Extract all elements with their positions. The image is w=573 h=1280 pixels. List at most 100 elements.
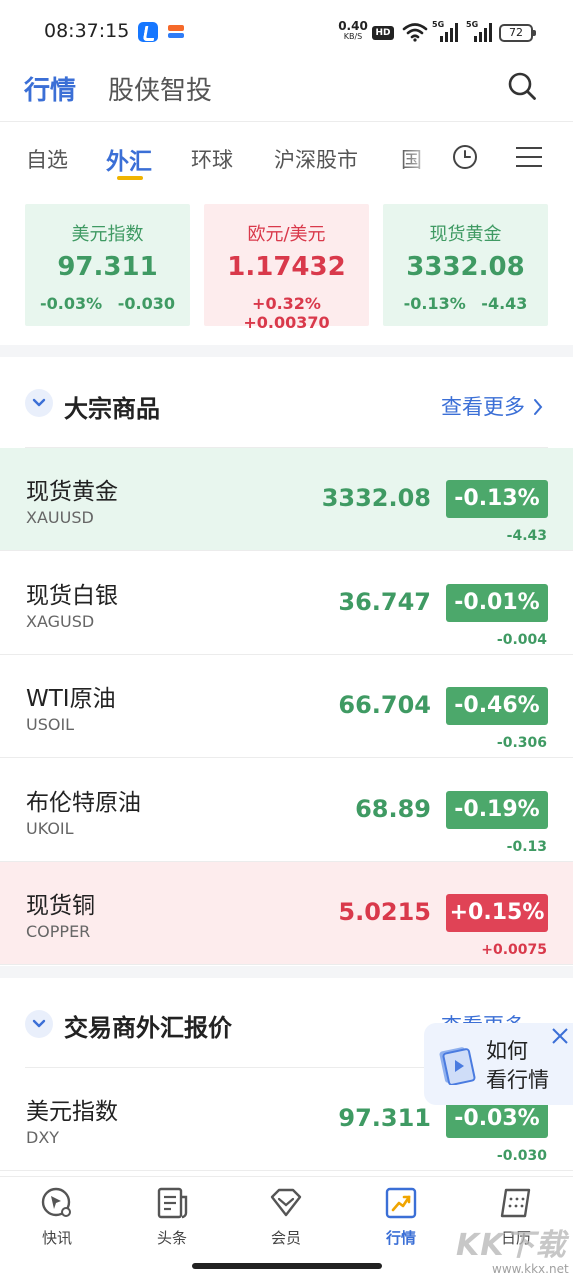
close-icon[interactable] xyxy=(548,1024,572,1048)
quote-row[interactable]: 布伦特原油 UKOIL 68.89 -0.19% -0.13 xyxy=(0,759,573,862)
instrument-price: 3332.08 xyxy=(321,484,431,512)
nav-label: 会员 xyxy=(270,1229,301,1247)
popup-line-1: 如何 xyxy=(486,1039,528,1063)
signal-sim2-icon: 5G xyxy=(466,20,494,44)
quote-row[interactable]: WTI原油 USOIL 66.704 -0.46% -0.306 xyxy=(0,655,573,758)
change-amount: -0.13 xyxy=(506,838,547,855)
change-percent-badge: -0.13% xyxy=(446,480,548,518)
section-title: 大宗商品 xyxy=(64,395,160,423)
instrument-price: 36.747 xyxy=(338,587,431,616)
change-percent-badge: +0.15% xyxy=(446,894,548,932)
battery-icon: 72 xyxy=(499,24,536,42)
card-name: 欧元/美元 xyxy=(247,224,326,245)
nav-label: 头条 xyxy=(156,1229,187,1247)
view-more-label: 查看更多 xyxy=(441,395,525,419)
change-percent-badge: -0.19% xyxy=(446,790,548,829)
tab-market[interactable]: 行情 xyxy=(24,70,76,107)
watermark-text: KK下载 xyxy=(456,1228,567,1263)
instrument-price: 68.89 xyxy=(355,794,431,823)
instrument-code: DXY xyxy=(26,1128,60,1147)
nav-membership[interactable]: 会员 xyxy=(246,1185,326,1248)
instrument-code: UKOIL xyxy=(26,818,74,838)
collapse-toggle[interactable] xyxy=(25,389,53,417)
card-price: 97.311 xyxy=(57,252,158,282)
instrument-code: USOIL xyxy=(26,715,75,734)
instrument-price: 97.311 xyxy=(338,1104,431,1132)
wallet-notification-icon xyxy=(166,22,186,42)
tab-smart-invest[interactable]: 股侠智投 xyxy=(108,70,212,107)
trend-chart-icon xyxy=(385,1187,417,1219)
nav-market[interactable]: 行情 xyxy=(361,1185,441,1248)
quote-row[interactable]: 现货铜 COPPER 5.0215 +0.15% +0.0075 xyxy=(0,862,573,965)
app-notification-icon xyxy=(138,22,158,42)
chevron-down-icon xyxy=(32,1019,46,1028)
popup-line-2: 看行情 xyxy=(486,1068,549,1092)
card-change: -0.13% -4.43 xyxy=(403,294,528,313)
instrument-name: 美元指数 xyxy=(26,1099,118,1125)
change-amount: -0.030 xyxy=(496,1148,547,1164)
watermark-url: www.kkx.net xyxy=(492,1262,569,1276)
quote-row[interactable]: 现货白银 XAGUSD 36.747 -0.01% -0.004 xyxy=(0,552,573,655)
index-card-usd-index[interactable]: 美元指数 97.311 -0.03% -0.030 xyxy=(25,204,190,326)
change-amount: -0.306 xyxy=(496,735,547,751)
signal-sim1-icon: 5G xyxy=(432,20,460,44)
change-amount: -4.43 xyxy=(506,528,547,544)
calendar-icon xyxy=(500,1188,531,1218)
change-percent-badge: -0.03% xyxy=(446,1100,548,1138)
wifi-icon xyxy=(402,23,428,42)
card-change: +0.32% +0.00370 xyxy=(243,294,330,332)
watermark: KK下载 www.kkx.net xyxy=(452,1218,573,1280)
active-subtab-indicator xyxy=(117,176,143,180)
card-price: 1.17432 xyxy=(227,252,346,282)
clock-icon[interactable] xyxy=(452,144,478,170)
network-speed-value: 0.40 xyxy=(338,19,368,33)
instrument-name: 现货白银 xyxy=(26,582,118,609)
instrument-name: 布伦特原油 xyxy=(26,789,141,816)
instrument-code: XAUUSD xyxy=(26,508,94,527)
hd-badge: HD xyxy=(372,26,394,40)
network-speed: 0.40 KB/S xyxy=(337,20,369,41)
tutorial-video-icon xyxy=(439,1047,476,1085)
section-title: 交易商外汇报价 xyxy=(64,1014,232,1042)
popup-text: 如何 看行情 xyxy=(486,1037,549,1095)
nav-flash-news[interactable]: 快讯 xyxy=(17,1185,97,1248)
change-amount: -0.004 xyxy=(496,631,547,648)
instrument-price: 66.704 xyxy=(338,691,431,719)
view-more-link[interactable]: 查看更多 xyxy=(441,391,544,421)
subtab-a-shares[interactable]: 沪深股市 xyxy=(274,144,358,174)
quote-row[interactable]: 现货黄金 XAUUSD 3332.08 -0.13% -4.43 xyxy=(0,448,573,551)
change-percent-badge: -0.46% xyxy=(446,687,548,725)
index-card-eur-usd[interactable]: 欧元/美元 1.17432 +0.32% +0.00370 xyxy=(204,204,369,332)
subtab-global[interactable]: 环球 xyxy=(191,144,233,174)
status-bar: 08:37:15 0.40 KB/S HD 5G 5G 72 xyxy=(0,0,573,64)
instrument-code: COPPER xyxy=(26,922,91,941)
subtab-watchlist[interactable]: 自选 xyxy=(26,144,68,174)
card-change: -0.03% -0.030 xyxy=(40,294,175,313)
card-price: 3332.08 xyxy=(406,252,525,282)
instrument-code: XAGUSD xyxy=(26,611,95,631)
index-card-spot-gold[interactable]: 现货黄金 3332.08 -0.13% -4.43 xyxy=(383,204,548,326)
status-time: 08:37:15 xyxy=(44,20,130,42)
instrument-name: 现货黄金 xyxy=(26,479,118,505)
card-name: 美元指数 xyxy=(71,224,144,245)
instrument-name: 现货铜 xyxy=(26,893,95,919)
instrument-name: WTI原油 xyxy=(26,686,116,712)
network-speed-unit: KB/S xyxy=(343,32,363,41)
diamond-icon xyxy=(270,1188,302,1217)
nav-label: 行情 xyxy=(385,1229,416,1247)
menu-icon[interactable] xyxy=(515,145,543,169)
change-amount: +0.0075 xyxy=(481,942,547,958)
change-percent-badge: -0.01% xyxy=(446,583,548,622)
subtab-fade xyxy=(400,136,440,180)
newspaper-icon xyxy=(157,1187,188,1219)
compass-icon xyxy=(41,1187,71,1217)
subtab-forex[interactable]: 外汇 xyxy=(106,142,152,176)
commodities-section-header: 大宗商品 查看更多 xyxy=(0,357,573,427)
chevron-down-icon xyxy=(32,398,46,407)
collapse-toggle[interactable] xyxy=(25,1010,53,1038)
home-indicator[interactable] xyxy=(192,1263,382,1269)
nav-label: 快讯 xyxy=(41,1229,72,1247)
search-icon[interactable] xyxy=(506,70,538,102)
top-header: 行情 股侠智投 xyxy=(0,64,573,122)
nav-headlines[interactable]: 头条 xyxy=(132,1185,212,1248)
